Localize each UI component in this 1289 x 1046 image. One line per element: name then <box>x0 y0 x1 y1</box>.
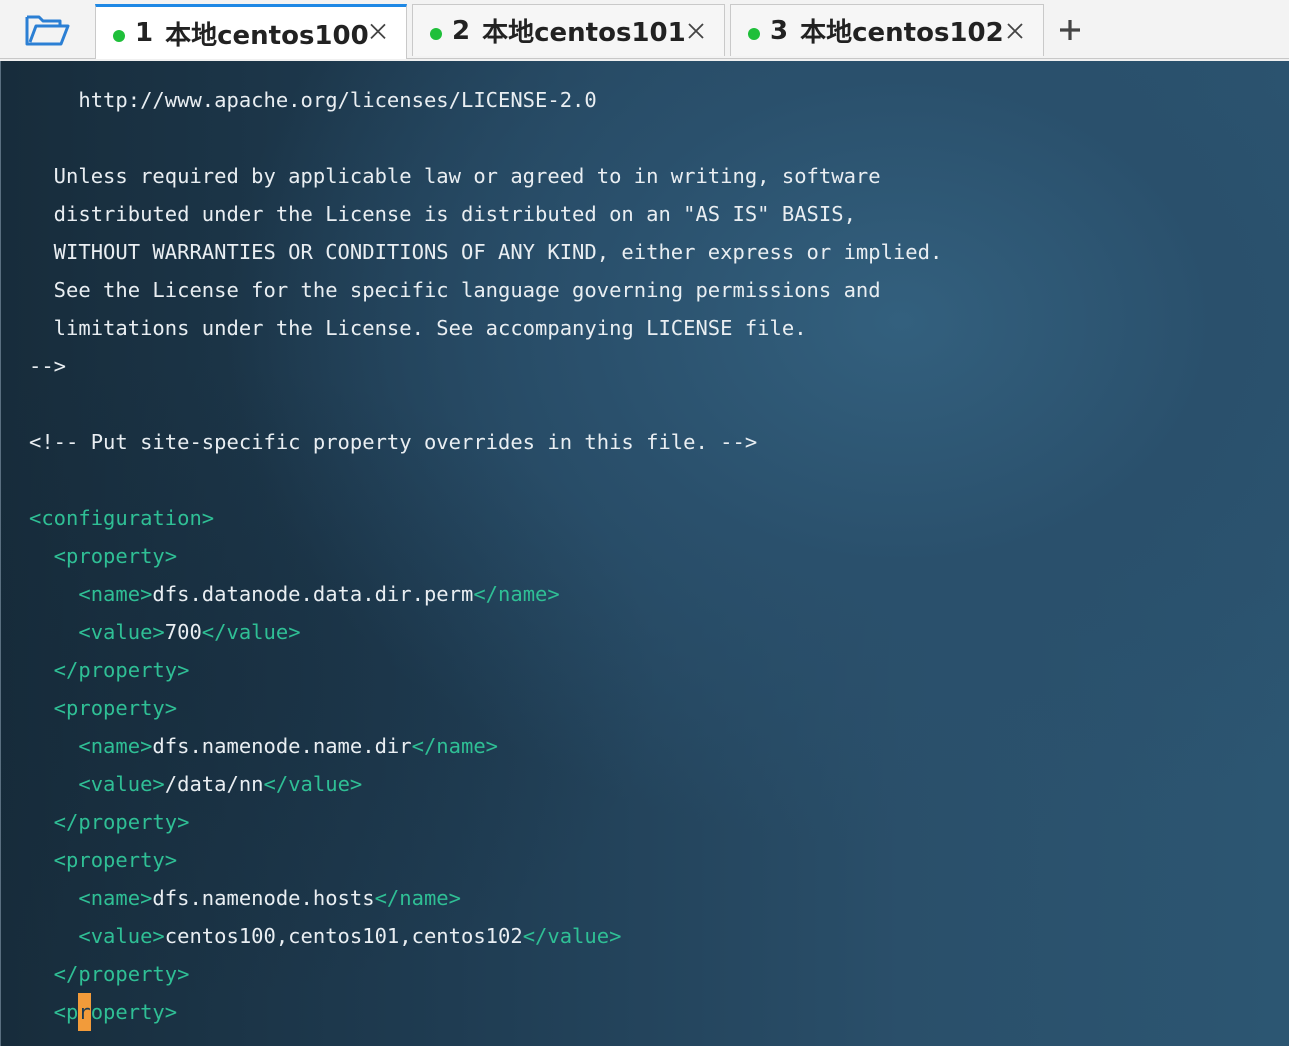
xml-tag: <property> <box>29 696 178 720</box>
xml-tag: </property> <box>29 962 190 986</box>
xml-tag: </name> <box>411 734 499 758</box>
terminal-text: /data/nn <box>164 772 264 796</box>
terminal-line: <value>700</value> <box>29 613 301 651</box>
terminal-line: <value>/data/nn</value> <box>29 765 362 803</box>
terminal-line: <name>dfs.datanode.data.dir.perm</name> <box>29 575 560 613</box>
terminal-line: --> <box>29 347 66 385</box>
terminal-line: See the License for the specific languag… <box>29 271 881 309</box>
terminal-text: limitations under the License. See accom… <box>29 316 807 340</box>
tab-number: 2 <box>452 15 471 46</box>
tab-label: 本地centos102 <box>800 18 1004 48</box>
tab-bar: 1 本地centos100 2 本地centos101 3 本地centos10… <box>0 0 1289 59</box>
terminal-text: WITHOUT WARRANTIES OR CONDITIONS OF ANY … <box>29 240 943 264</box>
session-tab-1[interactable]: 1 本地centos100 <box>95 4 407 59</box>
terminal-text: http://www.apache.org/licenses/LICENSE-2… <box>29 88 597 112</box>
session-tab-2[interactable]: 2 本地centos101 <box>412 4 725 56</box>
terminal-text: Unless required by applicable law or agr… <box>29 164 881 188</box>
connected-status-icon <box>748 27 760 40</box>
terminal-line: <property> <box>29 689 177 727</box>
close-tab-icon[interactable] <box>686 21 706 41</box>
terminal-pane[interactable]: http://www.apache.org/licenses/LICENSE-2… <box>0 61 1289 1046</box>
terminal-text: 700 <box>164 620 202 644</box>
xml-tag: <property> <box>29 848 178 872</box>
xml-tag: <name> <box>29 582 153 606</box>
xml-tag: </value> <box>263 772 363 796</box>
text-cursor: r <box>78 993 91 1031</box>
open-session-button[interactable] <box>12 4 82 56</box>
terminal-text: dfs.namenode.name.dir <box>152 734 412 758</box>
xml-tag: </property> <box>29 810 190 834</box>
terminal-line: <configuration> <box>29 499 214 537</box>
terminal-text: dfs.datanode.data.dir.perm <box>152 582 474 606</box>
connected-status-icon <box>430 27 442 40</box>
tab-label: 本地centos101 <box>482 18 686 48</box>
close-tab-icon[interactable] <box>1005 21 1025 41</box>
terminal-line: http://www.apache.org/licenses/LICENSE-2… <box>29 81 597 119</box>
xml-tag: </name> <box>473 582 560 606</box>
terminal-line: <property> <box>29 841 177 879</box>
xml-tag: </value> <box>201 620 301 644</box>
terminal-line: <!-- Put site-specific property override… <box>29 423 757 461</box>
plus-icon <box>1060 20 1080 40</box>
terminal-line: </property> <box>29 651 190 689</box>
xml-tag: <p <box>29 1000 79 1024</box>
xml-tag: </property> <box>29 658 190 682</box>
tab-number: 1 <box>135 18 154 48</box>
folder-open-icon <box>25 15 70 46</box>
xml-tag: <value> <box>29 772 165 796</box>
terminal-text: centos100,centos101,centos102 <box>164 924 523 948</box>
add-tab-button[interactable] <box>1052 10 1088 50</box>
terminal-text: --> <box>29 354 67 378</box>
xml-tag: <value> <box>29 924 165 948</box>
terminal-line: Unless required by applicable law or agr… <box>29 157 881 195</box>
terminal-line: </property> <box>29 955 190 993</box>
terminal-text: <!-- Put site-specific property override… <box>29 430 758 454</box>
tab-label: 本地centos100 <box>165 20 369 51</box>
terminal-text: See the License for the specific languag… <box>29 278 881 302</box>
xml-tag: <name> <box>29 734 153 758</box>
terminal-line: <property> <box>29 537 177 575</box>
close-tab-icon[interactable] <box>368 21 388 41</box>
terminal-line: </property> <box>29 803 190 841</box>
xml-tag: operty> <box>90 1000 178 1024</box>
terminal-line: limitations under the License. See accom… <box>29 309 807 347</box>
xml-tag: <value> <box>29 620 165 644</box>
terminal-text: dfs.namenode.hosts <box>152 886 375 910</box>
terminal-line: <value>centos100,centos101,centos102</va… <box>29 917 621 955</box>
terminal-line: <name>dfs.namenode.hosts</name> <box>29 879 461 917</box>
terminal-line: <property> <box>29 993 177 1031</box>
terminal-text: distributed under the License is distrib… <box>29 202 856 226</box>
xml-tag: </value> <box>522 924 622 948</box>
session-tab-3[interactable]: 3 本地centos102 <box>730 4 1044 56</box>
xml-tag: <configuration> <box>29 506 215 530</box>
terminal-line: distributed under the License is distrib… <box>29 195 856 233</box>
terminal-line: WITHOUT WARRANTIES OR CONDITIONS OF ANY … <box>29 233 943 271</box>
xml-tag: </name> <box>374 886 461 910</box>
tab-number: 3 <box>770 15 789 46</box>
connected-status-icon <box>113 30 125 42</box>
xml-tag: <name> <box>29 886 153 910</box>
xml-tag: <property> <box>29 544 178 568</box>
terminal-line: <name>dfs.namenode.name.dir</name> <box>29 727 498 765</box>
